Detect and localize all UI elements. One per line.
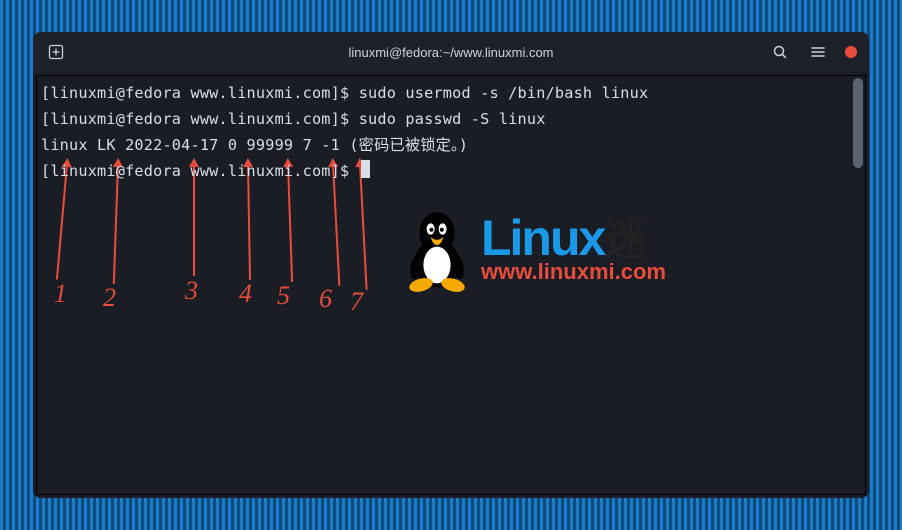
prompt: [linuxmi@fedora www.linuxmi.com]$ <box>41 84 359 102</box>
label-1: 1 <box>54 279 67 309</box>
prompt: [linuxmi@fedora www.linuxmi.com]$ <box>41 162 359 180</box>
line-4: [linuxmi@fedora www.linuxmi.com]$ <box>41 158 861 184</box>
content-area[interactable]: [linuxmi@fedora www.linuxmi.com]$ sudo u… <box>36 75 866 495</box>
window-title: linuxmi@fedora:~/www.linuxmi.com <box>348 45 553 60</box>
close-icon[interactable] <box>845 46 857 58</box>
output-1: linux LK 2022-04-17 0 99999 7 -1 (密码已被锁定… <box>41 132 861 158</box>
terminal-body: [linuxmi@fedora www.linuxmi.com]$ sudo u… <box>33 72 869 498</box>
label-3: 3 <box>185 276 198 306</box>
new-tab-icon[interactable] <box>45 41 67 63</box>
titlebar: linuxmi@fedora:~/www.linuxmi.com <box>33 32 869 72</box>
terminal-window: linuxmi@fedora:~/www.linuxmi.com [linuxm… <box>33 32 869 498</box>
watermark-brand: Linux迷 <box>481 213 666 263</box>
terminal-output: [linuxmi@fedora www.linuxmi.com]$ sudo u… <box>37 76 865 188</box>
label-7: 7 <box>350 287 363 317</box>
label-6: 6 <box>319 284 332 314</box>
cursor <box>361 160 370 178</box>
command-1: sudo usermod -s /bin/bash linux <box>359 84 649 102</box>
line-1: [linuxmi@fedora www.linuxmi.com]$ sudo u… <box>41 80 861 106</box>
label-4: 4 <box>239 279 252 309</box>
line-2: [linuxmi@fedora www.linuxmi.com]$ sudo p… <box>41 106 861 132</box>
prompt: [linuxmi@fedora www.linuxmi.com]$ <box>41 110 359 128</box>
label-2: 2 <box>103 283 116 313</box>
tux-icon <box>397 201 477 297</box>
watermark-url: www.linuxmi.com <box>481 259 666 285</box>
label-5: 5 <box>277 281 290 311</box>
menu-icon[interactable] <box>807 41 829 63</box>
watermark: Linux迷 www.linuxmi.com <box>397 201 857 297</box>
search-icon[interactable] <box>769 41 791 63</box>
command-2: sudo passwd -S linux <box>359 110 546 128</box>
